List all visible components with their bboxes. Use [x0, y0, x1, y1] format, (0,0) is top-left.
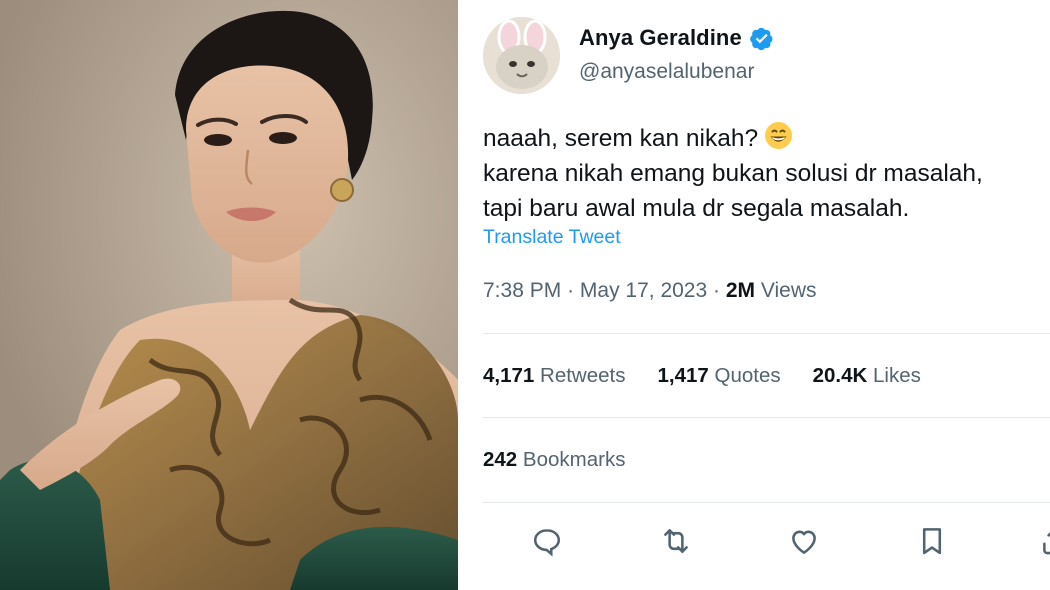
meta-separator: ·: [713, 279, 721, 302]
bookmarks-stat[interactable]: 242 Bookmarks: [483, 448, 625, 472]
views-count: 2M: [725, 279, 756, 302]
tweet-line-3: tapi baru awal mula dr segala masalah.: [483, 195, 910, 222]
bunny-cat-avatar-icon: [483, 17, 560, 94]
grinning-emoji-icon: [764, 121, 793, 150]
quotes-count: 1,417: [657, 364, 709, 387]
portrait-illustration: [0, 0, 458, 590]
bookmark-icon[interactable]: [915, 524, 949, 558]
translate-tweet-link[interactable]: Translate Tweet: [483, 226, 621, 249]
tweet-line-1-text: naaah, serem kan nikah?: [483, 125, 759, 152]
panel-divider: [458, 0, 466, 590]
views-label: Views: [760, 279, 817, 302]
tweet-date[interactable]: May 17, 2023: [580, 279, 707, 302]
divider-line: [483, 502, 1050, 503]
share-icon[interactable]: [1038, 524, 1050, 558]
author-avatar[interactable]: [483, 17, 560, 94]
retweets-label: Retweets: [540, 364, 626, 387]
tweet-card: Anya Geraldine @anyaselalubenar naaah, s…: [466, 0, 1050, 590]
author-display-name[interactable]: Anya Geraldine: [579, 25, 742, 51]
likes-stat[interactable]: 20.4K Likes: [813, 364, 921, 388]
like-icon[interactable]: [787, 524, 821, 558]
quotes-label: Quotes: [714, 364, 781, 387]
tweet-time[interactable]: 7:38 PM: [483, 279, 561, 302]
meta-separator: ·: [567, 279, 575, 302]
likes-count: 20.4K: [812, 364, 868, 387]
portrait-photo: [0, 0, 458, 590]
divider-line: [483, 333, 1050, 334]
bookmarks-label: Bookmarks: [522, 448, 626, 471]
tweet-stats: 4,171 Retweets 1,417 Quotes 20.4K Likes: [483, 364, 921, 388]
retweets-stat[interactable]: 4,171 Retweets: [483, 364, 625, 388]
tweet-line-2: karena nikah emang bukan solusi dr masal…: [483, 160, 983, 187]
author-name-row[interactable]: Anya Geraldine: [579, 25, 774, 51]
retweets-count: 4,171: [483, 364, 535, 387]
verified-badge-icon: [749, 26, 774, 51]
tweet-line-1: naaah, serem kan nikah?: [483, 121, 983, 156]
tweet-action-bar: [466, 520, 1050, 564]
author-handle[interactable]: @anyaselalubenar: [579, 60, 754, 84]
retweet-icon[interactable]: [659, 524, 693, 558]
bookmarks-count: 242: [483, 448, 518, 471]
reply-icon[interactable]: [530, 524, 564, 558]
likes-label: Likes: [873, 364, 921, 387]
quotes-stat[interactable]: 1,417 Quotes: [657, 364, 780, 388]
divider-line: [483, 417, 1050, 418]
tweet-text: naaah, serem kan nikah? karena nikah ema…: [483, 121, 983, 226]
tweet-timestamp: 7:38 PM · May 17, 2023 · 2M Views: [483, 279, 817, 303]
